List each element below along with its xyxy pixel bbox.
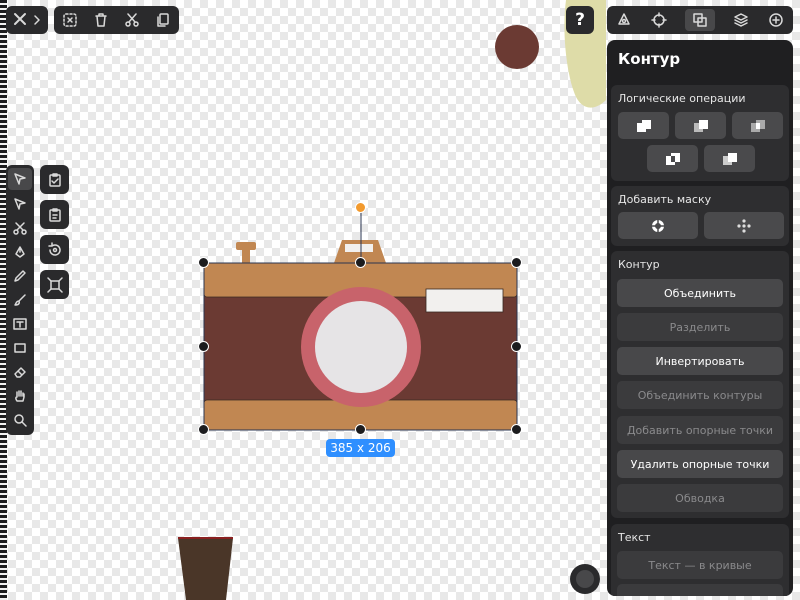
split-button[interactable]: Разделить bbox=[617, 313, 783, 341]
mask-points-icon bbox=[737, 218, 751, 233]
text-section: Текст Текст — в кривые bbox=[611, 524, 789, 596]
exclude-icon bbox=[665, 152, 680, 165]
text-label: Текст bbox=[618, 531, 651, 544]
unite-button[interactable]: Объединить bbox=[617, 279, 783, 307]
eraser-icon[interactable] bbox=[8, 361, 32, 383]
add-icon[interactable] bbox=[768, 12, 784, 28]
pen-icon[interactable] bbox=[8, 241, 32, 263]
select-clear-icon[interactable] bbox=[62, 12, 78, 28]
text-extra-button[interactable] bbox=[617, 584, 783, 596]
rotate-icon[interactable] bbox=[40, 235, 69, 264]
scissors-icon[interactable] bbox=[124, 12, 140, 28]
invert-button[interactable]: Инвертировать bbox=[617, 347, 783, 375]
clipboard-check-icon[interactable] bbox=[40, 165, 69, 194]
select-icon[interactable] bbox=[8, 168, 32, 190]
handle-top-left[interactable] bbox=[198, 257, 209, 268]
size-badge: 385 x 206 bbox=[326, 439, 395, 457]
divide-icon bbox=[722, 152, 737, 165]
pen-tool-icon[interactable] bbox=[616, 12, 632, 28]
path-panel: Контур Логические операции Добавить маск… bbox=[607, 40, 793, 596]
exclude-button[interactable] bbox=[647, 145, 698, 172]
panel-tabs bbox=[607, 6, 793, 34]
camera-knob bbox=[236, 242, 256, 250]
help-button[interactable]: ? bbox=[566, 6, 594, 34]
boolean-label: Логические операции bbox=[618, 92, 746, 105]
handle-top-right[interactable] bbox=[511, 257, 522, 268]
intersect-button[interactable] bbox=[732, 112, 783, 139]
handle-bottom-left[interactable] bbox=[198, 424, 209, 435]
panel-title: Контур bbox=[618, 50, 681, 68]
direct-select-icon[interactable] bbox=[8, 193, 32, 215]
trash-icon[interactable] bbox=[93, 12, 109, 28]
mask-button[interactable] bbox=[618, 212, 698, 239]
zoom-icon[interactable] bbox=[8, 409, 32, 431]
boolean-section: Логические операции bbox=[611, 85, 789, 181]
handle-bottom-right[interactable] bbox=[511, 424, 522, 435]
mask-section: Добавить маску bbox=[611, 186, 789, 246]
add-anchor-points-button[interactable]: Добавить опорные точки bbox=[617, 416, 783, 444]
handle-bottom-center[interactable] bbox=[355, 424, 366, 435]
camera-lens bbox=[315, 301, 407, 393]
layers-icon[interactable] bbox=[733, 12, 749, 28]
rotate-handle[interactable] bbox=[355, 202, 366, 213]
divide-button[interactable] bbox=[704, 145, 755, 172]
chevron-right-icon[interactable] bbox=[33, 11, 41, 30]
path-label: Контур bbox=[618, 258, 660, 271]
mask-points-button[interactable] bbox=[704, 212, 784, 239]
left-toolbar bbox=[6, 165, 34, 435]
edit-toolbar bbox=[54, 6, 179, 34]
intersect-icon bbox=[750, 119, 765, 132]
handle-middle-left[interactable] bbox=[198, 341, 209, 352]
paste-icon[interactable] bbox=[40, 200, 69, 229]
union-button[interactable] bbox=[618, 112, 669, 139]
stroke-button[interactable]: Обводка bbox=[617, 484, 783, 512]
brush-icon[interactable] bbox=[8, 289, 32, 311]
join-paths-button[interactable]: Объединить контуры bbox=[617, 381, 783, 409]
camera-label-plate bbox=[425, 288, 504, 313]
close-icon[interactable] bbox=[13, 11, 27, 30]
boolean-ops-icon[interactable] bbox=[684, 9, 715, 31]
rectangle-icon[interactable] bbox=[8, 337, 32, 359]
cup-shape bbox=[178, 538, 233, 600]
copy-icon[interactable] bbox=[155, 12, 171, 28]
close-expand-group[interactable] bbox=[6, 6, 48, 34]
text-icon[interactable] bbox=[8, 313, 32, 335]
text-to-curves-button[interactable]: Текст — в кривые bbox=[617, 551, 783, 579]
subtract-icon bbox=[693, 119, 708, 132]
mask-label: Добавить маску bbox=[618, 193, 712, 206]
pencil-icon[interactable] bbox=[8, 265, 32, 287]
path-section: Контур Объединить Разделить Инвертироват… bbox=[611, 251, 789, 518]
transform-icon[interactable] bbox=[650, 12, 667, 28]
mask-icon bbox=[652, 219, 664, 232]
subtract-button[interactable] bbox=[675, 112, 726, 139]
union-icon bbox=[636, 119, 651, 132]
handle-top-center[interactable] bbox=[355, 257, 366, 268]
hand-icon[interactable] bbox=[8, 385, 32, 407]
brown-circle-shape bbox=[495, 25, 539, 69]
handle-middle-right[interactable] bbox=[511, 341, 522, 352]
fit-icon[interactable] bbox=[40, 270, 69, 299]
scissors-tool-icon[interactable] bbox=[8, 217, 32, 239]
remove-anchor-points-button[interactable]: Удалить опорные точки bbox=[617, 450, 783, 478]
